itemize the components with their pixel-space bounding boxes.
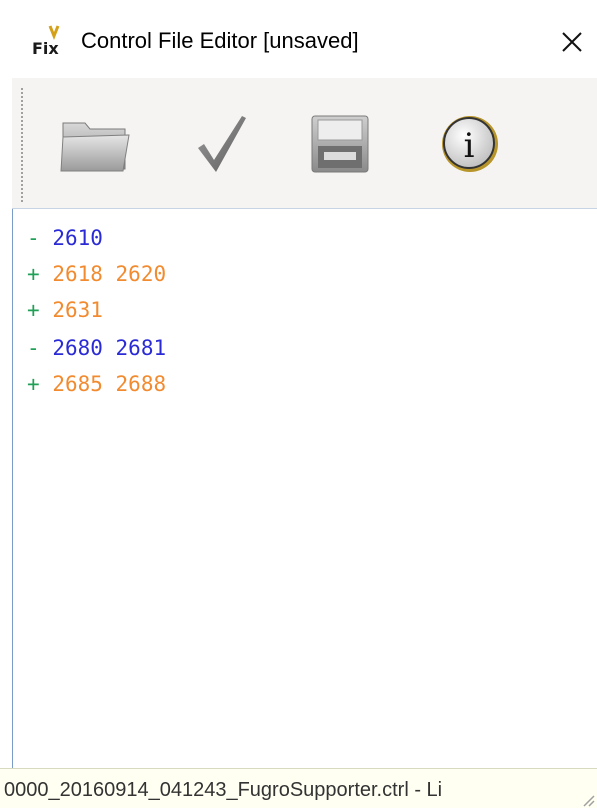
validate-button[interactable]	[184, 106, 260, 182]
diff-sign: +	[27, 372, 40, 396]
resize-grip-icon[interactable]	[581, 792, 595, 807]
control-file-editor-window: Fix Control File Editor [unsaved] i - 26…	[0, 0, 597, 808]
line-numbers: 2618 2620	[52, 262, 167, 286]
svg-text:Fix: Fix	[32, 39, 59, 58]
line-numbers: 2631	[52, 298, 103, 322]
toolbar: i	[12, 78, 597, 208]
info-button[interactable]: i	[432, 106, 508, 182]
toolbar-grip[interactable]	[21, 88, 23, 202]
svg-text:i: i	[464, 126, 475, 166]
fix-app-icon: Fix	[30, 24, 70, 60]
code-line: + 2631	[27, 297, 103, 323]
save-button[interactable]	[302, 106, 378, 182]
code-line: - 2610	[27, 225, 103, 251]
open-button[interactable]	[58, 106, 134, 182]
open-folder-icon	[60, 122, 130, 172]
diff-sign: +	[27, 262, 40, 286]
status-bar: 0000_20160914_041243_FugroSupporter.ctrl…	[0, 768, 597, 808]
title-bar[interactable]: Fix Control File Editor [unsaved]	[0, 0, 597, 78]
info-icon: i	[442, 116, 498, 172]
line-numbers: 2610	[52, 226, 103, 250]
diff-sign: -	[27, 336, 40, 360]
diff-sign: +	[27, 298, 40, 322]
editor-text-area[interactable]: - 2610 + 2618 2620 + 2631 - 2680 2681 + …	[12, 209, 597, 768]
close-button[interactable]	[552, 22, 592, 62]
code-line: + 2618 2620	[27, 261, 166, 287]
save-disk-icon	[311, 115, 369, 173]
status-file-name: 0000_20160914_041243_FugroSupporter.ctrl…	[4, 779, 443, 801]
code-line: + 2685 2688	[27, 371, 166, 397]
code-line: - 2680 2681	[27, 335, 166, 361]
close-icon	[562, 32, 582, 52]
checkmark-icon	[198, 116, 246, 172]
diff-sign: -	[27, 226, 40, 250]
window-title: Control File Editor [unsaved]	[81, 28, 359, 53]
line-numbers: 2680 2681	[52, 336, 167, 360]
line-numbers: 2685 2688	[52, 372, 167, 396]
